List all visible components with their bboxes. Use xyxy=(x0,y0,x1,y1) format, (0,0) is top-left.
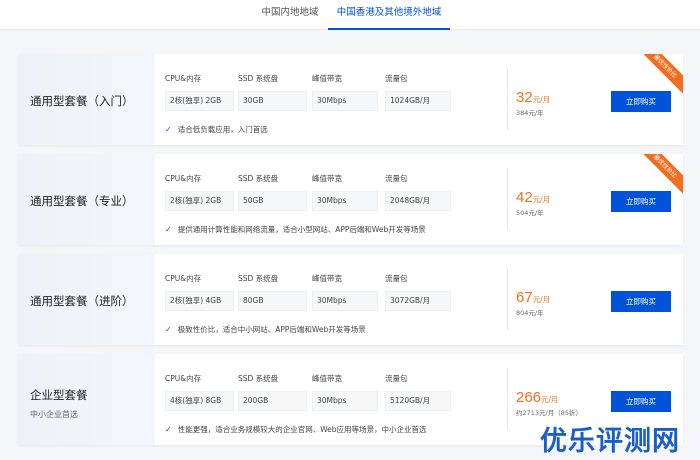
ssd-label: SSD 系统盘 xyxy=(238,74,279,83)
ssd-label: SSD 系统盘 xyxy=(238,174,279,183)
plan-name: 通用型套餐（专业） xyxy=(30,194,134,208)
tab-hongkong-overseas[interactable]: 中国香港及其他境外地域 xyxy=(328,0,450,30)
check-icon: ✓ xyxy=(165,425,172,434)
traffic-value: 5120GB/月 xyxy=(385,391,451,411)
traffic-label: 流量包 xyxy=(385,274,408,283)
plan-header: 通用型套餐（进阶） xyxy=(18,254,155,345)
bandwidth-value: 30Mbps xyxy=(312,191,378,211)
plan-feature: ✓ 性能更强，适合业务规模较大的企业官网、Web应用等场景，中小企业首选 xyxy=(165,424,427,435)
feature-text: 性能更强，适合业务规模较大的企业官网、Web应用等场景，中小企业首选 xyxy=(177,425,427,434)
price-number: 67 xyxy=(516,289,533,306)
bandwidth-value: 30Mbps xyxy=(312,91,378,111)
region-tabs: 中国内地地域 中国香港及其他境外地域 xyxy=(0,0,700,30)
plan-header: 企业型套餐 中小企业首选 xyxy=(18,354,155,445)
traffic-label: 流量包 xyxy=(385,74,408,83)
monthly-price: 32元/月 xyxy=(516,87,550,106)
check-icon: ✓ xyxy=(165,325,172,334)
plan-name: 通用型套餐（入门） xyxy=(30,94,134,108)
price-unit: 元/月 xyxy=(532,195,551,204)
yearly-price: 504元/年 xyxy=(516,209,544,217)
plan-name: 通用型套餐（进阶） xyxy=(30,294,134,308)
plan-feature: ✓ 极致性价比，适合中小网站、APP后端和Web开发等场景 xyxy=(165,324,366,335)
divider xyxy=(507,368,508,430)
traffic-value: 3072GB/月 xyxy=(385,291,451,311)
bandwidth-label: 峰值带宽 xyxy=(312,74,342,83)
monthly-price: 266元/月 xyxy=(516,387,559,406)
price-unit: 元/月 xyxy=(541,395,559,404)
plan-card-professional: 通用型套餐（专业） CPU&内存 SSD 系统盘 峰值带宽 流量包 2核(独享)… xyxy=(18,154,683,245)
check-icon: ✓ xyxy=(165,125,172,134)
cpu-memory-label: CPU&内存 xyxy=(165,74,202,83)
cpu-memory-value: 4核(独享) 8GB xyxy=(165,391,234,411)
divider xyxy=(507,168,508,230)
check-icon: ✓ xyxy=(165,225,172,234)
ssd-label: SSD 系统盘 xyxy=(238,374,279,383)
bandwidth-value: 30Mbps xyxy=(312,391,378,411)
bandwidth-label: 峰值带宽 xyxy=(312,174,342,183)
ssd-value: 50GB xyxy=(238,191,307,211)
watermark: 优乐评测网 xyxy=(540,426,680,457)
divider xyxy=(507,68,508,130)
cpu-memory-value: 2核(独享) 4GB xyxy=(165,291,234,311)
plan-header: 通用型套餐（入门） xyxy=(18,54,155,145)
plan-subtitle: 中小企业首选 xyxy=(30,410,78,419)
cpu-memory-value: 2核(独享) 2GB xyxy=(165,191,234,211)
plan-feature: ✓ 适合低负载应用，入门首选 xyxy=(165,124,268,135)
tab-mainland[interactable]: 中国内地地域 xyxy=(250,0,330,30)
ssd-value: 200GB xyxy=(238,391,307,411)
price-unit: 元/月 xyxy=(532,295,551,304)
cpu-memory-label: CPU&内存 xyxy=(165,374,202,383)
feature-text: 提供通用计算性能和网络流量，适合小型网站、APP后端和Web开发等场景 xyxy=(177,225,426,234)
traffic-value: 1024GB/月 xyxy=(385,91,451,111)
price-number: 266 xyxy=(516,389,542,406)
traffic-value: 2048GB/月 xyxy=(385,191,451,211)
buy-button[interactable]: 立即购买 xyxy=(611,191,671,212)
traffic-label: 流量包 xyxy=(385,374,408,383)
monthly-price: 42元/月 xyxy=(516,187,550,206)
cpu-memory-label: CPU&内存 xyxy=(165,174,202,183)
divider xyxy=(507,268,508,330)
cpu-memory-label: CPU&内存 xyxy=(165,274,202,283)
feature-text: 极致性价比，适合中小网站、APP后端和Web开发等场景 xyxy=(177,325,366,334)
yearly-price: 804元/年 xyxy=(516,309,544,317)
plan-card-basic: 通用型套餐（入门） CPU&内存 SSD 系统盘 峰值带宽 流量包 2核(独享)… xyxy=(18,54,683,145)
bandwidth-value: 30Mbps xyxy=(312,291,378,311)
feature-text: 适合低负载应用，入门首选 xyxy=(177,125,268,134)
buy-button[interactable]: 立即购买 xyxy=(611,91,671,112)
bandwidth-label: 峰值带宽 xyxy=(312,374,342,383)
yearly-price: 384元/年 xyxy=(516,109,544,117)
plan-card-advanced: 通用型套餐（进阶） CPU&内存 SSD 系统盘 峰值带宽 流量包 2核(独享)… xyxy=(18,254,683,345)
bandwidth-label: 峰值带宽 xyxy=(312,274,342,283)
buy-button[interactable]: 立即购买 xyxy=(611,391,671,412)
plan-feature: ✓ 提供通用计算性能和网络流量，适合小型网站、APP后端和Web开发等场景 xyxy=(165,224,426,235)
plan-name: 企业型套餐 xyxy=(30,388,88,402)
ssd-label: SSD 系统盘 xyxy=(238,274,279,283)
cpu-memory-value: 2核(独享) 2GB xyxy=(165,91,234,111)
price-number: 32 xyxy=(516,89,533,106)
price-number: 42 xyxy=(516,189,533,206)
ssd-value: 80GB xyxy=(238,291,307,311)
yearly-price: 约2713元/月（85折） xyxy=(516,409,583,417)
traffic-label: 流量包 xyxy=(385,174,408,183)
plan-header: 通用型套餐（专业） xyxy=(18,154,155,245)
monthly-price: 67元/月 xyxy=(516,287,550,306)
ssd-value: 30GB xyxy=(238,91,307,111)
buy-button[interactable]: 立即购买 xyxy=(611,291,671,312)
price-unit: 元/月 xyxy=(532,95,551,104)
